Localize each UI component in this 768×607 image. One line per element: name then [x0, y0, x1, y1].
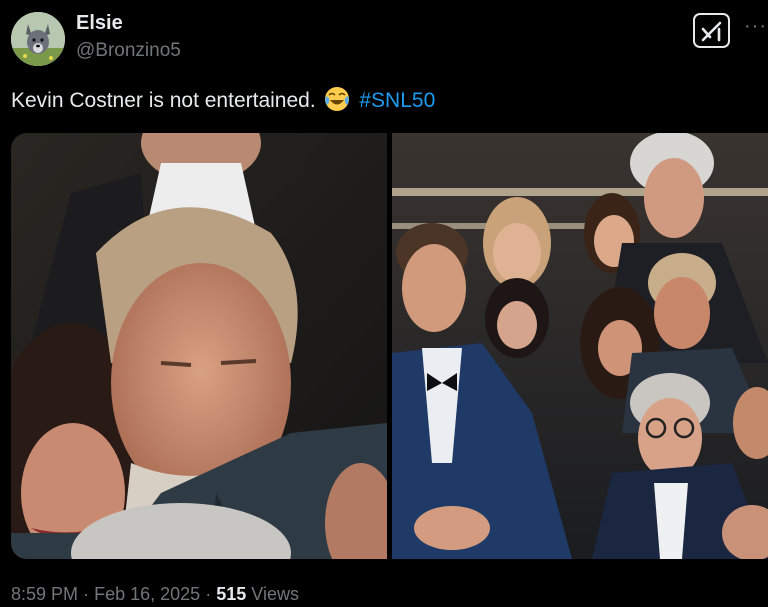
author-display-name[interactable]: Elsie [76, 12, 123, 35]
photo-left-closeup[interactable] [11, 133, 387, 559]
views-count: 515 [216, 584, 247, 604]
audience-photo-image [392, 133, 768, 559]
tweet-body: Kevin Costner is not entertained. [11, 89, 316, 112]
tweet-time[interactable]: 8:59 PM [11, 584, 78, 604]
grok-button[interactable] [693, 13, 730, 48]
closeup-photo-image [11, 133, 387, 559]
tweet-date[interactable]: Feb 16, 2025 [94, 584, 200, 604]
meta-separator: · [205, 584, 212, 604]
hashtag-link[interactable]: #SNL50 [359, 89, 435, 112]
face-with-tears-of-joy-icon [324, 86, 350, 118]
more-icon: ··· [744, 15, 767, 37]
meta-separator: · [83, 584, 90, 604]
author-handle[interactable]: @Bronzino5 [76, 40, 181, 62]
more-button[interactable]: ··· [744, 12, 768, 40]
avatar[interactable] [11, 12, 65, 66]
views-label: Views [251, 584, 299, 604]
grok-icon [701, 21, 721, 41]
tweet-meta: 8:59 PM · Feb 16, 2025 · 515 Views [11, 584, 299, 605]
tweet-text: Kevin Costner is not entertained. #SNL50 [11, 86, 435, 118]
tweet-media[interactable] [11, 133, 768, 559]
photo-right-audience[interactable] [392, 133, 768, 559]
dog-avatar-icon [11, 12, 65, 66]
